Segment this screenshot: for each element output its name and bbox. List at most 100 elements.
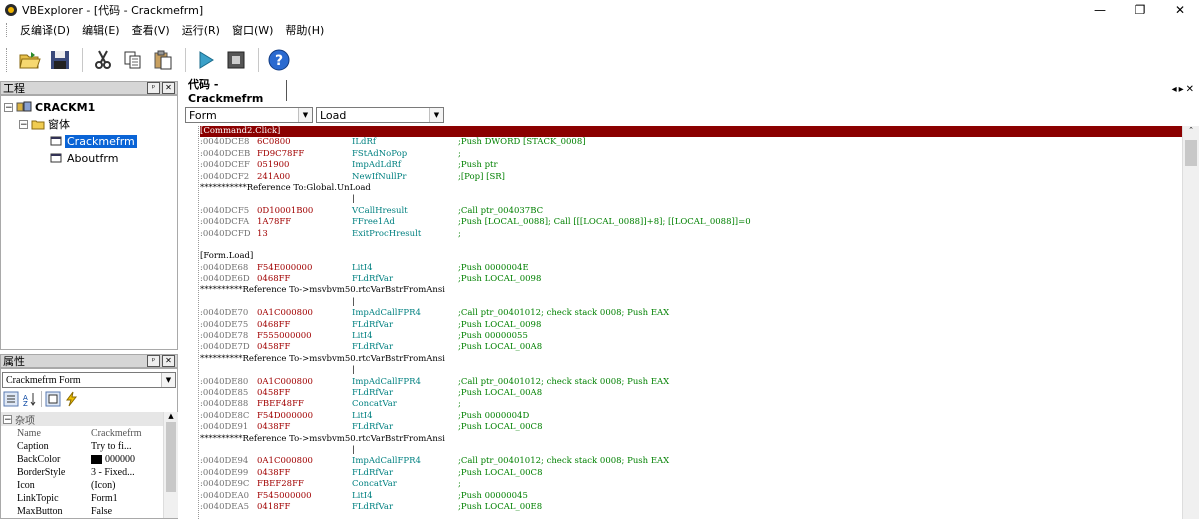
chevron-down-icon[interactable]: ▼	[161, 373, 175, 387]
code-opcode: LitI4	[352, 410, 373, 421]
cut-icon[interactable]	[89, 46, 117, 74]
minimize-button[interactable]: —	[1080, 0, 1120, 20]
code-connector-line: |	[200, 365, 1182, 376]
tab-nav-arrows[interactable]: ◂▸✕	[1172, 84, 1196, 95]
code-listing[interactable]: [Command2.Click]:0040DCE8 6C0800 ILdRf ;Pus…	[200, 126, 1182, 519]
stop-icon[interactable]	[222, 46, 250, 74]
code-instruction-line: :0040DCF2 241A00 NewIfNullPr ;[Pop] [SR]	[200, 172, 1182, 183]
code-tab[interactable]: 代码 - Crackmefrm	[183, 78, 287, 105]
folder-icon	[31, 120, 45, 129]
app-icon	[5, 4, 17, 16]
object-selector[interactable]: Crackmefrm Form ▼	[2, 372, 176, 388]
category-label: 杂项	[15, 415, 35, 427]
code-text: ***********Reference To:Global.UnLoad	[200, 182, 371, 193]
properties-panel: Crackmefrm Form ▼ AZ − 杂项 Name Crackmefrm…	[0, 368, 178, 519]
menu-window[interactable]: 窗口(W)	[226, 22, 279, 38]
property-value: Crackmefrm	[91, 428, 142, 439]
maximize-button[interactable]: ❐	[1120, 0, 1160, 20]
object-combo-value: Form	[189, 108, 217, 122]
code-opcode: FLdRfVar	[352, 422, 394, 433]
run-icon[interactable]	[192, 46, 220, 74]
code-opcode: ConcatVar	[352, 399, 397, 410]
menu-grip[interactable]	[6, 23, 10, 37]
scroll-up-icon[interactable]: ▲	[164, 412, 178, 420]
toolbar-grip[interactable]	[6, 48, 10, 72]
alphabetical-icon[interactable]: AZ	[22, 391, 38, 407]
close-panel-icon[interactable]: ✕	[162, 82, 175, 94]
properties-scrollbar[interactable]: ▲	[163, 412, 178, 518]
code-opcode: VCallHresult	[352, 205, 408, 216]
menu-run[interactable]: 运行(R)	[176, 22, 226, 38]
code-instruction-line: :0040DE9C FBEF28FF ConcatVar;	[200, 479, 1182, 490]
categorized-icon[interactable]	[3, 391, 19, 407]
paste-icon[interactable]	[149, 46, 177, 74]
tree-item-aboutfrm[interactable]: Aboutfrm	[50, 150, 118, 166]
property-row[interactable]: Caption Try to fi...	[3, 440, 163, 453]
code-address: :0040DE70	[200, 308, 249, 319]
copy-icon[interactable]	[119, 46, 147, 74]
property-row[interactable]: Name Crackmefrm	[3, 427, 163, 440]
pin-icon[interactable]: ᵖ	[147, 82, 160, 94]
code-text: [Form.Load]	[200, 251, 254, 262]
property-value: 000000	[91, 454, 163, 465]
property-row[interactable]: LinkTopic Form1	[3, 492, 163, 505]
collapse-icon[interactable]: −	[3, 414, 12, 424]
property-pages-icon[interactable]	[45, 391, 61, 407]
project-tree: − CRACKM1 − 窗体 Crackmefrm Aboutfrm	[0, 95, 178, 350]
project-panel-header: 工程 ᵖ ✕	[0, 81, 178, 95]
property-row[interactable]: MaxButton False	[3, 505, 163, 518]
object-combo[interactable]: Form ▼	[185, 107, 313, 123]
code-instruction-line: :0040DCEB FD9C78FF FStAdNoPop;	[200, 149, 1182, 160]
code-gutter	[183, 126, 199, 519]
menu-help[interactable]: 帮助(H)	[279, 22, 330, 38]
code-instruction-line: :0040DE78 F555000000 LitI4 ;Push 00000055	[200, 331, 1182, 342]
code-comment: ;Push LOCAL_00E8	[458, 501, 543, 512]
code-hex: FD9C78FF	[257, 148, 305, 159]
code-instruction-line: :0040DE94 0A1C000800 ImpAdCallFPR4 ;Call pt…	[200, 456, 1182, 467]
events-icon[interactable]	[64, 391, 80, 407]
color-swatch	[91, 455, 102, 465]
code-comment: ;[Pop] [SR]	[458, 171, 505, 182]
properties-toolbar: AZ	[3, 391, 80, 407]
property-row[interactable]: Icon (Icon)	[3, 479, 163, 492]
code-opcode: LitI4	[352, 490, 373, 501]
property-row[interactable]: BackColor 000000	[3, 453, 163, 466]
chevron-down-icon[interactable]: ▼	[429, 108, 443, 122]
toolbar-separator	[185, 48, 186, 72]
code-hex: 0418FF	[257, 501, 291, 512]
code-hex: F545000000	[257, 490, 312, 501]
close-button[interactable]: ✕	[1160, 0, 1200, 20]
help-icon[interactable]: ?	[265, 46, 293, 74]
category-row[interactable]: − 杂项	[1, 412, 163, 427]
code-reference-line: ***********Reference To:Global.UnLoad	[200, 183, 1182, 194]
code-connector-line: |	[200, 194, 1182, 205]
code-comment: ;Push LOCAL_00A8	[458, 387, 543, 398]
code-address: :0040DE9C	[200, 479, 250, 490]
menu-edit[interactable]: 编辑(E)	[76, 22, 126, 38]
collapse-icon[interactable]: −	[4, 102, 13, 112]
chevron-down-icon[interactable]: ▼	[298, 108, 312, 122]
code-instruction-line: :0040DEA5 0418FF FLdRfVar ;Push LOCAL_00E8	[200, 502, 1182, 513]
property-row[interactable]: BorderStyle 3 - Fixed...	[3, 466, 163, 479]
collapse-icon[interactable]: −	[19, 119, 28, 129]
scroll-thumb[interactable]	[1185, 140, 1197, 166]
code-scrollbar[interactable]: ⌃	[1182, 126, 1199, 519]
tree-item-crackmefrm[interactable]: Crackmefrm	[50, 133, 137, 149]
menu-view[interactable]: 查看(V)	[126, 22, 176, 38]
property-grid: Name Crackmefrm Caption Try to fi... BackC…	[3, 427, 163, 518]
tree-folder[interactable]: − 窗体	[19, 116, 70, 132]
menu-decompile[interactable]: 反编译(D)	[14, 22, 76, 38]
property-name: BorderStyle	[17, 467, 66, 478]
scroll-up-icon[interactable]: ⌃	[1183, 126, 1199, 140]
close-panel-icon[interactable]: ✕	[162, 355, 175, 367]
tree-root[interactable]: − CRACKM1	[4, 99, 95, 115]
property-name: BackColor	[17, 454, 61, 465]
pin-icon[interactable]: ᵖ	[147, 355, 160, 367]
procedure-combo[interactable]: Load ▼	[316, 107, 444, 123]
scroll-thumb[interactable]	[166, 422, 176, 492]
property-value: 3 - Fixed...	[91, 467, 135, 478]
save-icon[interactable]	[46, 46, 74, 74]
code-opcode: FLdRfVar	[352, 501, 394, 512]
svg-text:Z: Z	[23, 400, 28, 407]
open-folder-icon[interactable]	[16, 46, 44, 74]
